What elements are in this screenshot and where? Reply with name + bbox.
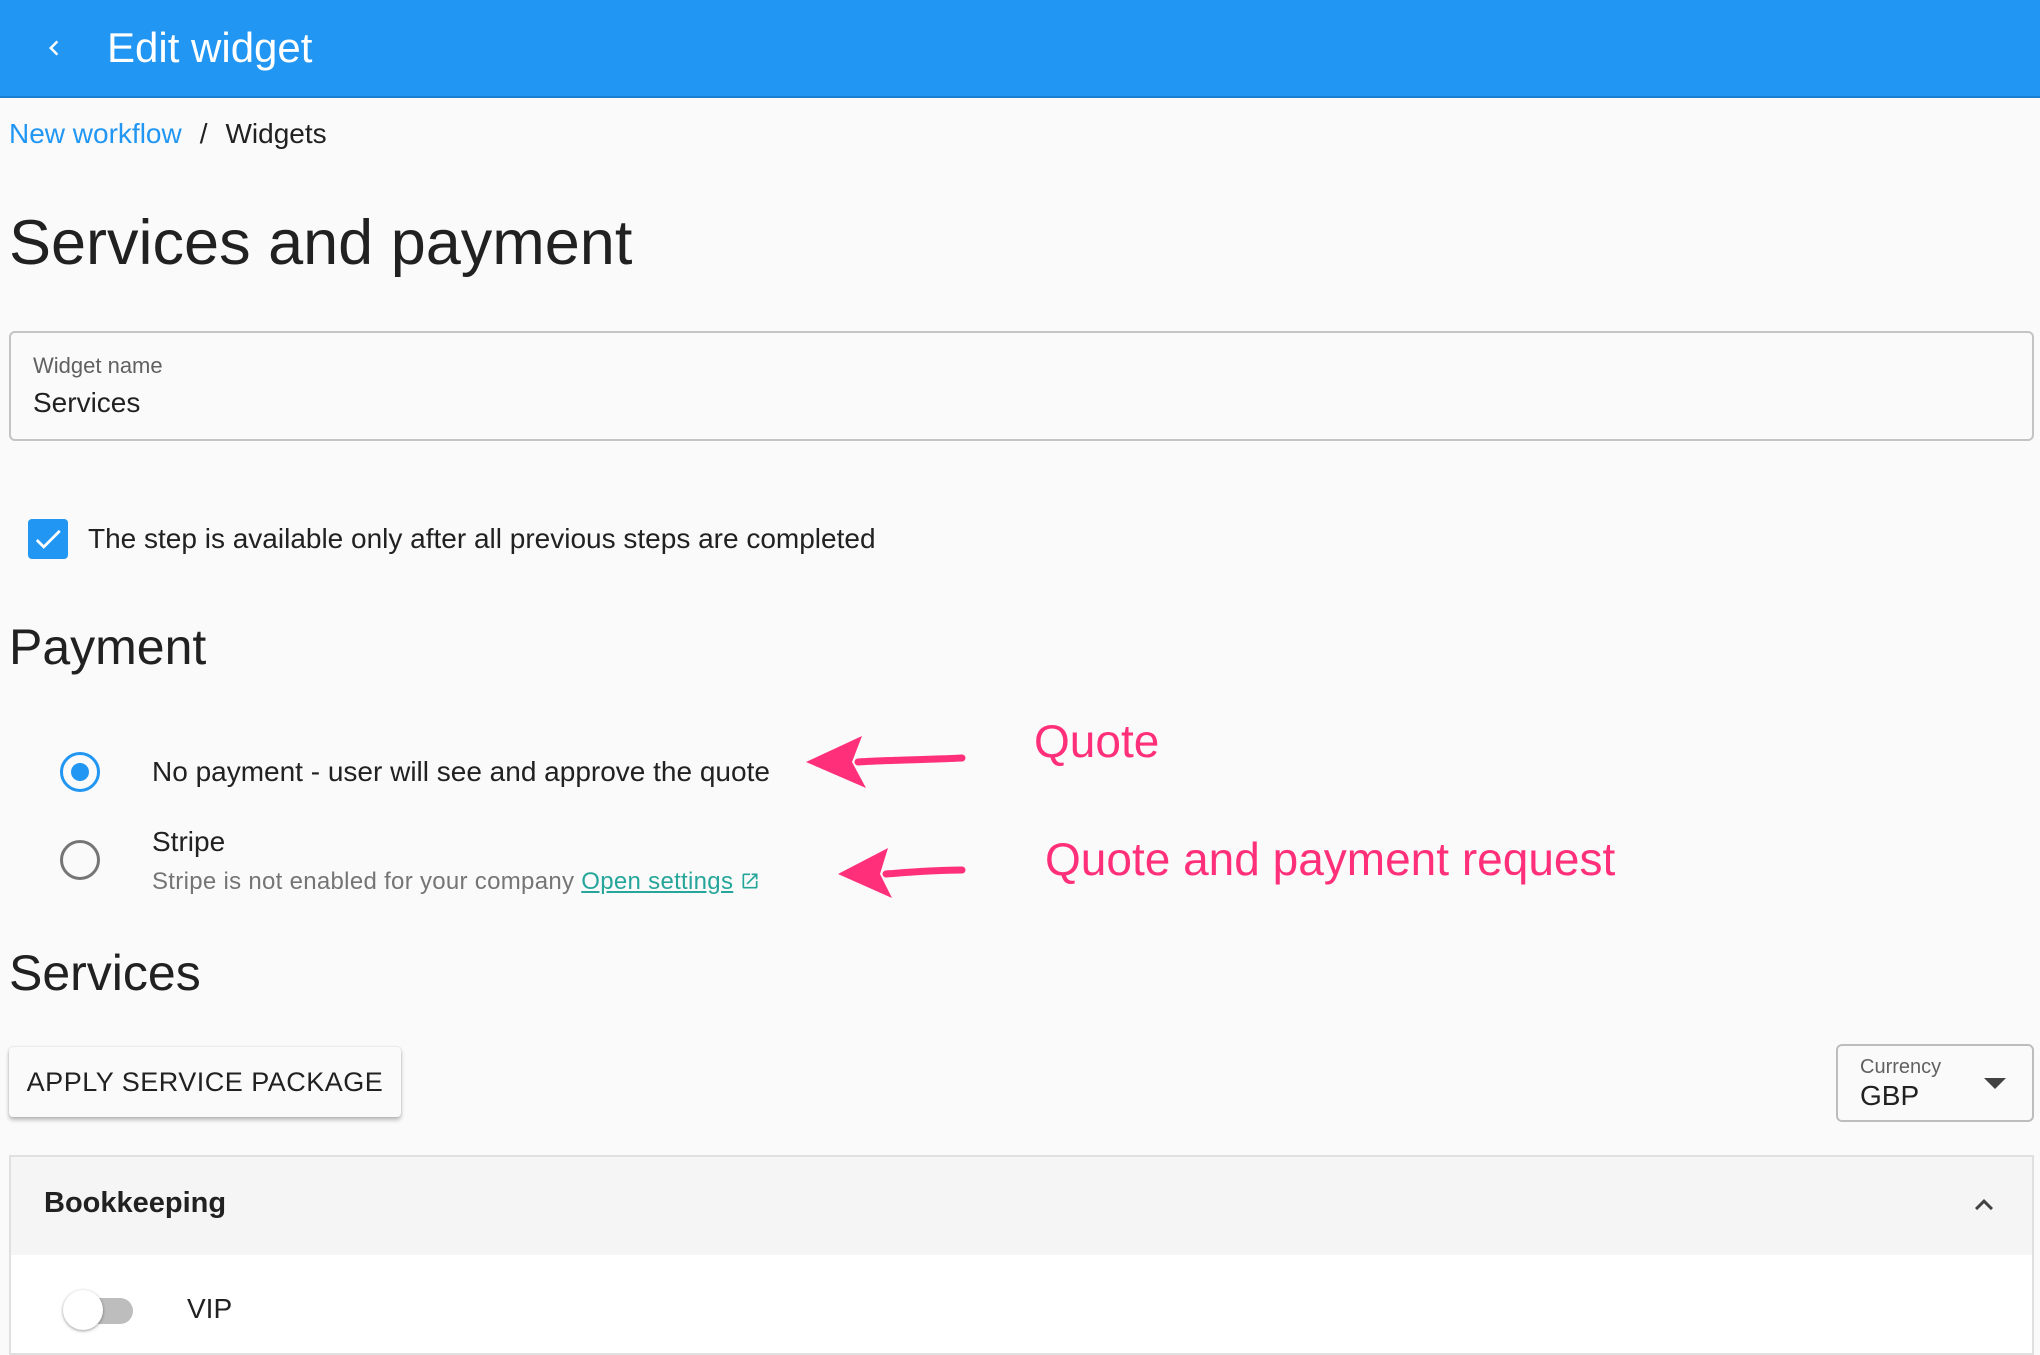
widget-name-label: Widget name bbox=[33, 353, 163, 378]
apply-service-package-button[interactable]: APPLY SERVICE PACKAGE bbox=[9, 1047, 401, 1117]
chevron-left-icon bbox=[49, 40, 59, 56]
bookkeeping-panel-title: Bookkeeping bbox=[44, 1187, 227, 1219]
services-heading: Services bbox=[9, 945, 201, 1001]
open-settings-link[interactable]: Open settings bbox=[581, 868, 733, 895]
open-settings-text: Open settings bbox=[581, 868, 734, 895]
app-bar: Edit widget bbox=[0, 0, 2040, 98]
stripe-radio[interactable] bbox=[60, 840, 100, 880]
breadcrumb-current: Widgets bbox=[225, 118, 327, 149]
bookkeeping-panel-header[interactable]: Bookkeeping bbox=[11, 1157, 2032, 1255]
app-bar-title: Edit widget bbox=[107, 24, 313, 71]
chevron-up-icon[interactable] bbox=[1966, 1187, 2002, 1223]
step-availability-row: The step is available only after all pre… bbox=[28, 518, 876, 560]
bookkeeping-panel: Bookkeeping VIP bbox=[9, 1155, 2034, 1355]
widget-name-field[interactable]: Widget name Services bbox=[9, 331, 2034, 441]
breadcrumb-link-new-workflow[interactable]: New workflow bbox=[9, 118, 182, 149]
annotation-quote: Quote bbox=[1034, 715, 1160, 767]
annotation-arrow-quote bbox=[806, 736, 966, 788]
annotation-quote-payment: Quote and payment request bbox=[1045, 833, 1616, 885]
currency-label: Currency bbox=[1860, 1056, 1942, 1078]
currency-value: GBP bbox=[1860, 1080, 1920, 1111]
currency-select[interactable]: Currency GBP bbox=[1836, 1044, 2034, 1122]
vip-toggle-thumb bbox=[63, 1290, 103, 1330]
no-payment-radio[interactable] bbox=[60, 752, 100, 792]
back-button[interactable] bbox=[28, 22, 80, 74]
external-link-icon bbox=[742, 873, 758, 889]
no-payment-label: No payment - user will see and approve t… bbox=[152, 756, 770, 787]
widget-name-value[interactable]: Services bbox=[33, 387, 140, 419]
page-title: Services and payment bbox=[9, 208, 633, 278]
vip-toggle[interactable] bbox=[63, 1290, 133, 1330]
check-icon bbox=[35, 529, 61, 549]
breadcrumb: New workflow / Widgets bbox=[9, 116, 327, 152]
annotation-arrow-quote-payment bbox=[838, 848, 966, 898]
stripe-sublabel-row: Stripe is not enabled for your company O… bbox=[152, 868, 760, 896]
breadcrumb-separator: / bbox=[199, 118, 208, 149]
step-availability-label: The step is available only after all pre… bbox=[88, 523, 876, 554]
payment-heading: Payment bbox=[9, 619, 207, 675]
vip-label: VIP bbox=[187, 1293, 233, 1324]
stripe-sublabel: Stripe is not enabled for your company bbox=[152, 868, 575, 895]
dropdown-caret-icon bbox=[1984, 1078, 2006, 1089]
stripe-label: Stripe bbox=[152, 826, 226, 857]
step-availability-checkbox[interactable] bbox=[28, 519, 68, 559]
